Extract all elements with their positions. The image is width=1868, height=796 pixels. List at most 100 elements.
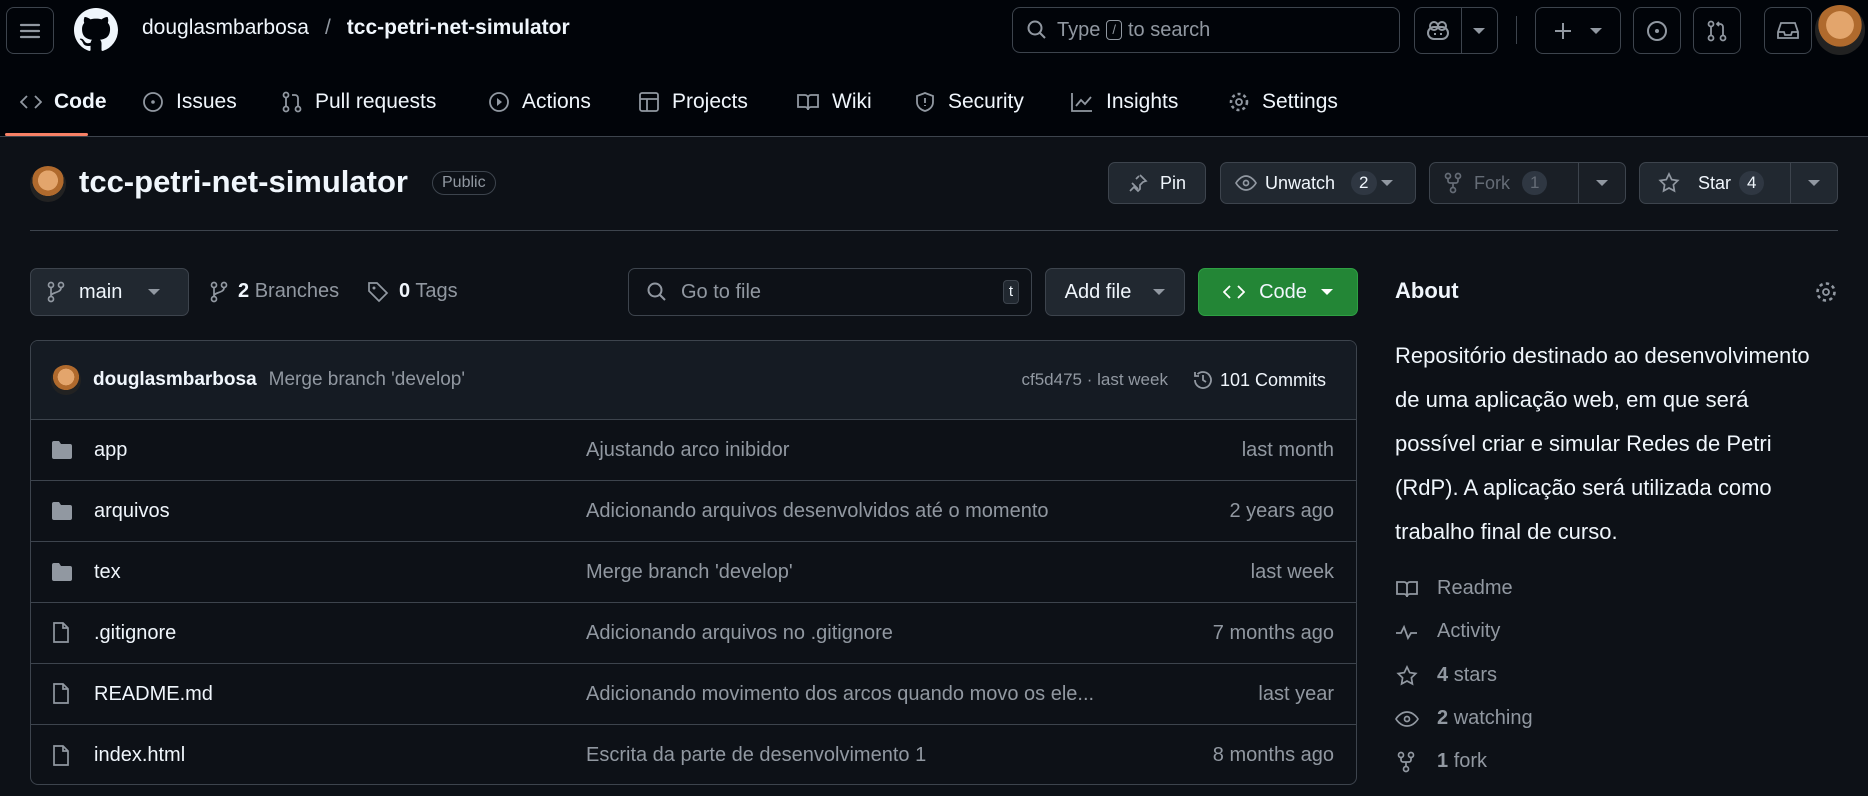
copilot-button[interactable] (1414, 7, 1498, 54)
stars-count: 4 (1437, 664, 1449, 686)
table-icon (639, 92, 659, 112)
github-logo[interactable] (74, 8, 118, 52)
file-row[interactable]: tex Merge branch 'develop' last week (31, 542, 1356, 603)
chevron-down-icon (1320, 289, 1333, 295)
watching-count: 2 (1437, 707, 1449, 729)
commit-message[interactable]: Merge branch 'develop' (269, 369, 465, 391)
go-to-file-input[interactable]: Go to file t (628, 268, 1032, 316)
author-avatar (51, 365, 81, 395)
forks-label: fork (1453, 750, 1488, 772)
commit-hash-time[interactable]: cf5d475 · last week (1022, 370, 1168, 390)
user-avatar[interactable] (1815, 5, 1865, 55)
activity-label: Activity (1437, 620, 1501, 642)
file-commit-message[interactable]: Merge branch 'develop' (586, 561, 1186, 584)
branches-link[interactable]: 2 Branches (210, 280, 339, 303)
readme-link[interactable]: Readme (1395, 577, 1513, 600)
pull-request-icon (282, 91, 302, 113)
pull-requests-button[interactable] (1693, 7, 1741, 54)
star-button[interactable]: Star 4 (1639, 162, 1838, 204)
file-commit-message[interactable]: Adicionando movimento dos arcos quando m… (586, 683, 1186, 706)
tab-security[interactable]: Security (914, 84, 1024, 120)
fork-label: Fork (1474, 172, 1510, 193)
shortcut-key: t (1002, 280, 1019, 304)
file-row[interactable]: README.md Adicionando movimento dos arco… (31, 664, 1356, 725)
create-new-button[interactable] (1535, 7, 1621, 54)
tab-issues[interactable]: Issues (142, 84, 237, 120)
about-heading: About (1395, 278, 1459, 303)
tab-label: Projects (672, 90, 748, 113)
active-tab-underline (5, 133, 88, 136)
book-icon (1396, 580, 1418, 597)
commits-link[interactable]: 101 Commits (1192, 369, 1326, 391)
chevron-down-icon (1153, 289, 1166, 295)
commit-author[interactable]: douglasmbarbosa (93, 369, 257, 391)
folder-icon (51, 562, 73, 582)
tab-projects[interactable]: Projects (638, 84, 748, 120)
file-row[interactable]: .gitignore Adicionando arquivos no .giti… (31, 603, 1356, 664)
file-date: last week (1250, 560, 1334, 583)
file-name[interactable]: .gitignore (94, 622, 176, 645)
menu-button[interactable] (6, 7, 54, 54)
unwatch-button[interactable]: Unwatch 2 (1220, 162, 1416, 204)
file-commit-message[interactable]: Ajustando arco inibidor (586, 439, 1186, 462)
tab-settings[interactable]: Settings (1228, 84, 1338, 120)
tab-label: Pull requests (315, 90, 437, 113)
visibility-badge: Public (432, 171, 496, 195)
file-icon (51, 744, 71, 767)
file-name[interactable]: tex (94, 561, 121, 584)
forks-count: 1 (1437, 750, 1449, 772)
file-name[interactable]: arquivos (94, 500, 170, 523)
file-commit-message[interactable]: Escrita da parte de desenvolvimento 1 (586, 744, 1186, 767)
star-icon (1396, 664, 1418, 685)
file-commit-message[interactable]: Adicionando arquivos no .gitignore (586, 622, 1186, 645)
file-list: douglasmbarbosa Merge branch 'develop' c… (30, 340, 1357, 785)
forks-link[interactable]: 1 fork (1395, 750, 1487, 773)
tags-label: Tags (415, 280, 458, 302)
pin-button[interactable]: Pin (1108, 162, 1206, 204)
repo-link[interactable]: tcc-petri-net-simulator (347, 16, 570, 40)
file-name[interactable]: index.html (94, 744, 185, 767)
issue-icon (1647, 20, 1667, 41)
file-row[interactable]: arquivos Adicionando arquivos desenvolvi… (31, 481, 1356, 542)
code-button[interactable]: Code (1198, 268, 1358, 316)
repo-title[interactable]: tcc-petri-net-simulator (79, 164, 408, 200)
file-icon (51, 622, 71, 644)
tab-pull-requests[interactable]: Pull requests (281, 84, 436, 120)
tab-wiki[interactable]: Wiki (796, 84, 872, 120)
inbox-icon (1777, 21, 1799, 39)
file-commit-message[interactable]: Adicionando arquivos desenvolvidos até o… (586, 500, 1186, 523)
tag-icon (368, 281, 389, 302)
add-file-button[interactable]: Add file (1045, 268, 1185, 316)
activity-link[interactable]: Activity (1395, 620, 1500, 643)
graph-icon (1071, 93, 1092, 112)
file-name[interactable]: README.md (94, 683, 213, 706)
branch-selector[interactable]: main (30, 268, 189, 316)
inbox-button[interactable] (1764, 7, 1812, 54)
branch-icon (47, 281, 65, 303)
tab-label: Code (54, 90, 107, 113)
pin-label: Pin (1159, 172, 1186, 193)
issues-button[interactable] (1633, 7, 1681, 54)
watchers-link[interactable]: 2 watching (1395, 707, 1533, 730)
copilot-icon (1426, 20, 1449, 40)
fork-button[interactable]: Fork 1 (1429, 162, 1626, 204)
play-icon (489, 92, 509, 112)
tab-label: Wiki (832, 90, 872, 113)
stars-link[interactable]: 4 stars (1395, 664, 1497, 687)
tab-insights[interactable]: Insights (1070, 84, 1178, 120)
about-settings-button[interactable] (1814, 280, 1838, 304)
file-date: 8 months ago (1212, 744, 1334, 766)
header-divider (1516, 16, 1517, 44)
search-input[interactable]: Type / to search (1012, 7, 1400, 53)
tab-actions[interactable]: Actions (488, 84, 591, 120)
tags-link[interactable]: 0 Tags (367, 280, 458, 303)
owner-link[interactable]: douglasmbarbosa (142, 16, 309, 40)
folder-icon (51, 440, 73, 460)
file-date: 7 months ago (1212, 621, 1334, 644)
file-row[interactable]: index.html Escrita da parte de desenvolv… (31, 725, 1356, 784)
file-icon (51, 683, 71, 705)
file-name[interactable]: app (94, 439, 127, 462)
file-row[interactable]: app Ajustando arco inibidor last month (31, 420, 1356, 481)
branch-icon (210, 281, 228, 302)
tab-code[interactable]: Code (20, 84, 107, 120)
